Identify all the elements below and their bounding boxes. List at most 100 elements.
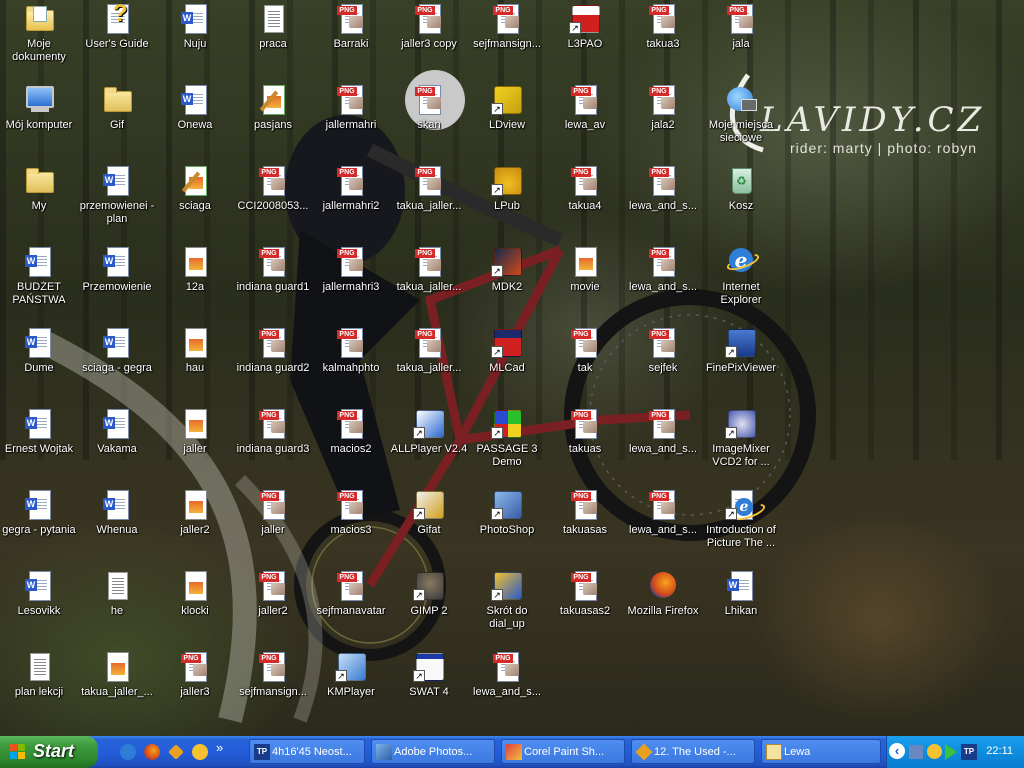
desktop-icon-plan-lekcji[interactable]: plan lekcji [0, 650, 78, 699]
desktop-icon-moje-miejsca[interactable]: Moje miejsca sieciowe [702, 83, 780, 145]
desktop-icon-ldview[interactable]: ↗ LDview [468, 83, 546, 132]
desktop-icon-gimp2[interactable]: ↗ GIMP 2 [390, 569, 468, 618]
desktop-icon-onewa[interactable]: W Onewa [156, 83, 234, 132]
desktop-icon-lewa-and-s-1[interactable]: PNG lewa_and_s... [624, 164, 702, 213]
desktop-icon-sejfmansign1[interactable]: PNG sejfmansign... [468, 2, 546, 51]
task-corel[interactable]: Corel Paint Sh... [501, 739, 625, 764]
play-tray-icon[interactable] [945, 744, 957, 760]
desktop-icon-gif[interactable]: Gif [78, 83, 156, 132]
sun-tray-icon[interactable] [927, 744, 942, 759]
desktop-icon-nuju[interactable]: W Nuju [156, 2, 234, 51]
desktop-icon-takua-jaller-jpg[interactable]: takua_jaller_... [78, 650, 156, 699]
desktop-icon-indiana-guard1[interactable]: PNG indiana guard1 [234, 245, 312, 294]
desktop-icon-takua4[interactable]: PNG takua4 [546, 164, 624, 213]
clock[interactable]: 22:11 [986, 745, 1013, 757]
desktop-icon-lewa-and-s-4[interactable]: PNG lewa_and_s... [624, 488, 702, 537]
desktop-icon-hau[interactable]: hau [156, 326, 234, 375]
desktop-icon-mozilla-firefox[interactable]: Mozilla Firefox [624, 569, 702, 618]
desktop-icon-tak[interactable]: PNG tak [546, 326, 624, 375]
desktop-icon-takuas[interactable]: PNG takuas [546, 407, 624, 456]
desktop-icon-cci2008053[interactable]: PNG CCI2008053... [234, 164, 312, 213]
desktop-icon-imagemixer[interactable]: ↗ ImageMixer VCD2 for ... [702, 407, 780, 469]
desktop-icon-lesovikk[interactable]: W Lesovikk [0, 569, 78, 618]
desktop-icon-sciaga-gegra[interactable]: Wsciaga - gegra [78, 326, 156, 375]
desktop-icon-pasjans[interactable]: pasjans [234, 83, 312, 132]
desktop-icon-finepixviewer[interactable]: ↗ FinePixViewer [702, 326, 780, 375]
desktop-icon-takuasas2[interactable]: PNG takuasas2 [546, 569, 624, 618]
desktop-icon-takua-jaller-3[interactable]: PNG takua_jaller... [390, 326, 468, 375]
desktop-icon-kmplayer[interactable]: ↗ KMPlayer [312, 650, 390, 699]
desktop-icon-mdk2[interactable]: ↗ MDK2 [468, 245, 546, 294]
desktop-icon-ernest-wojtak[interactable]: W Ernest Wojtak [0, 407, 78, 456]
desktop-icon-przemowienie[interactable]: W Przemowienie [78, 245, 156, 294]
desktop-icon-jaller3-copy[interactable]: PNG jaller3 copy [390, 2, 468, 51]
desktop-icon-takua-jaller-1[interactable]: PNG takua_jaller... [390, 164, 468, 213]
desktop-icon-lhikan[interactable]: W Lhikan [702, 569, 780, 618]
desktop-icon-budzet[interactable]: W BUDŻET PAŃSTWA [0, 245, 78, 307]
desktop-icon-my[interactable]: My [0, 164, 78, 213]
desktop-icon-sejfmansign2[interactable]: PNG sejfmansign... [234, 650, 312, 699]
desktop-icon-jaller3[interactable]: PNG jaller3 [156, 650, 234, 699]
sun-quicklaunch-icon[interactable] [192, 744, 208, 760]
desktop-icon-jaller[interactable]: jaller [156, 407, 234, 456]
desktop-icon-swat4[interactable]: ↗ SWAT 4 [390, 650, 468, 699]
desktop-icon-indiana-guard2[interactable]: PNG indiana guard2 [234, 326, 312, 375]
desktop-icon-macios2[interactable]: PNG macios2 [312, 407, 390, 456]
tray-collapse-icon[interactable]: ‹ [889, 743, 905, 759]
desktop-icon-praca[interactable]: praca [234, 2, 312, 51]
desktop-icon-photoshop[interactable]: ↗ PhotoShop [468, 488, 546, 537]
desktop-icon-lpub[interactable]: ↗ LPub [468, 164, 546, 213]
winamp-quicklaunch-icon[interactable] [168, 744, 184, 760]
desktop-icon-users-guide[interactable]: ? User's Guide [78, 0, 156, 51]
desktop-icon-takua-jaller-2[interactable]: PNG takua_jaller... [390, 245, 468, 294]
ie-quicklaunch-icon[interactable] [120, 744, 136, 760]
start-button[interactable]: Start [0, 736, 98, 768]
desktop-icon-jaller-png[interactable]: PNG jaller [234, 488, 312, 537]
desktop-icon-moje-dokumenty[interactable]: Moje dokumenty [0, 2, 78, 64]
desktop-icon-passage3[interactable]: ↗ PASSAGE 3 Demo [468, 407, 546, 469]
desktop-icon-sejfmanavatar[interactable]: PNG sejfmanavatar [312, 569, 390, 618]
desktop-icon-jallermahri[interactable]: PNG jallermahri [312, 83, 390, 132]
task-photoshop[interactable]: Adobe Photos... [371, 739, 495, 764]
desktop-icon-kosz[interactable]: ♻ Kosz [702, 164, 780, 213]
desktop-icon-lewa-and-s-5[interactable]: PNG lewa_and_s... [468, 650, 546, 699]
desktop-icon-lewa-and-s-2[interactable]: PNG lewa_and_s... [624, 245, 702, 294]
desktop-icon-jaller2-jpg[interactable]: jaller2 [156, 488, 234, 537]
desktop-icon-sciaga[interactable]: sciaga [156, 164, 234, 213]
desktop-icon-barraki[interactable]: PNG Barraki [312, 2, 390, 51]
desktop-icon-macios3[interactable]: PNG macios3 [312, 488, 390, 537]
desktop-icon-gifat[interactable]: ↗ Gifat [390, 488, 468, 537]
desktop-icon-jallermahri3[interactable]: PNG jallermahri3 [312, 245, 390, 294]
desktop-icon-jala2[interactable]: PNG jala2 [624, 83, 702, 132]
desktop-icon-jala[interactable]: PNG jala [702, 2, 780, 51]
desktop-icon-takua3[interactable]: PNG takua3 [624, 2, 702, 51]
task-mail[interactable]: Lewa [761, 739, 881, 764]
desktop-icon-jallermahri2[interactable]: PNG jallermahri2 [312, 164, 390, 213]
desktop-icon-sejfek[interactable]: PNG sejfek [624, 326, 702, 375]
desktop-icon-l3pao[interactable]: ↗ L3PAO [546, 2, 624, 51]
quicklaunch-overflow-icon[interactable]: » [216, 740, 223, 755]
desktop-icon-mlcad[interactable]: ↗ MLCad [468, 326, 546, 375]
desktop-icon-przemowienei[interactable]: Wprzemowienei - plan [78, 164, 156, 226]
desktop-icon-vakama[interactable]: W Vakama [78, 407, 156, 456]
desktop-icon-jaller2-png[interactable]: PNG jaller2 [234, 569, 312, 618]
desktop-icon-intro-picture[interactable]: e ↗ Introduction of Picture The ... [702, 488, 780, 550]
desktop-icon-dume[interactable]: W Dume [0, 326, 78, 375]
desktop-icon-takuasas[interactable]: PNG takuasas [546, 488, 624, 537]
tp-tray-icon[interactable]: TP [961, 744, 977, 760]
desktop-icon-kalmahphto[interactable]: PNG kalmahphto [312, 326, 390, 375]
desktop-icon-lewa-and-s-3[interactable]: PNG lewa_and_s... [624, 407, 702, 456]
desktop[interactable]: LAVIDY.CZ rider: marty | photo: robyn Mo… [0, 0, 1024, 736]
network-tray-icon[interactable] [909, 745, 923, 759]
task-neostrada[interactable]: TP 4h16'45 Neost... [249, 739, 365, 764]
desktop-icon-internet-explorer[interactable]: e Internet Explorer [702, 245, 780, 307]
desktop-icon-skrot-dial-up[interactable]: ↗ Skrót do dial_up [468, 569, 546, 631]
desktop-icon-klocki[interactable]: klocki [156, 569, 234, 618]
firefox-quicklaunch-icon[interactable] [144, 744, 160, 760]
desktop-icon-skan[interactable]: PNG skan [390, 83, 468, 132]
desktop-icon-whenua[interactable]: W Whenua [78, 488, 156, 537]
desktop-icon-12a[interactable]: 12a [156, 245, 234, 294]
desktop-icon-allplayer[interactable]: ↗ ALLPlayer V2.4 [390, 407, 468, 456]
desktop-icon-gegra-pytania[interactable]: Wgegra - pytania [0, 488, 78, 537]
desktop-icon-lewa-av[interactable]: PNG lewa_av [546, 83, 624, 132]
